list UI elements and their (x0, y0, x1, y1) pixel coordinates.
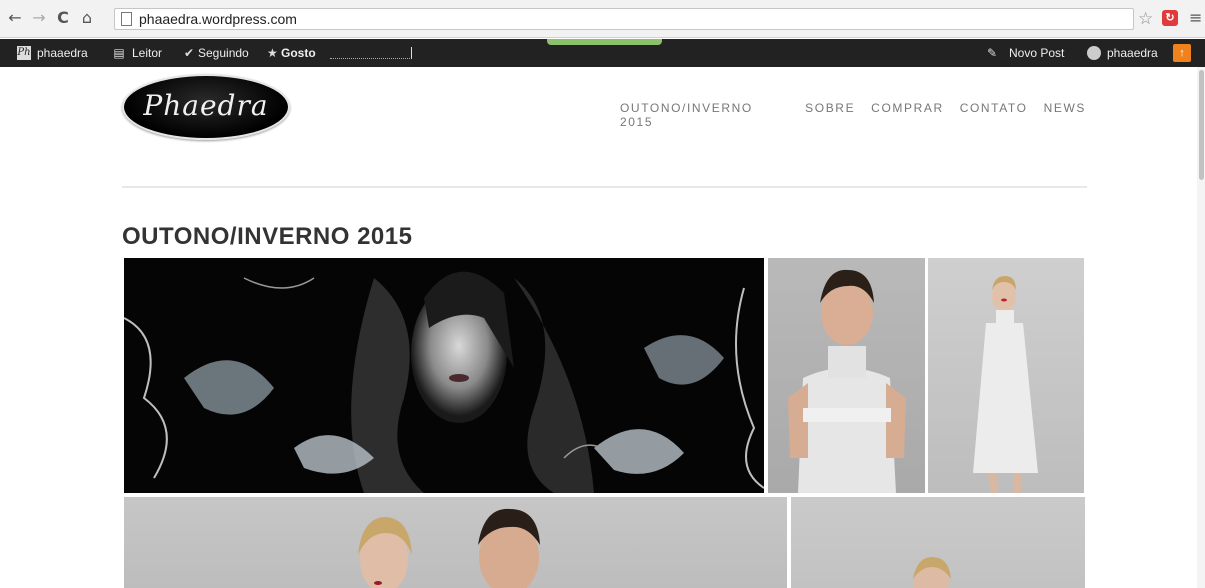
admin-bar-likes-label: Gosto (281, 46, 316, 60)
admin-bar-new-post-label: Novo Post (1009, 46, 1065, 60)
admin-bar-user-label: phaaedra (1107, 46, 1158, 60)
gallery-photo-hero[interactable] (124, 258, 764, 493)
gallery-photo-man[interactable] (768, 258, 925, 493)
admin-bar-site-label: phaaedra (37, 46, 88, 60)
nav-item-collection[interactable]: OUTONO/INVERNO 2015 (620, 101, 789, 129)
page-title: OUTONO/INVERNO 2015 (122, 223, 413, 250)
bookmark-star-icon[interactable]: ☆ (1138, 9, 1153, 29)
admin-bar-reader-label: Leitor (132, 46, 163, 60)
browser-menu-icon[interactable]: ≡ (1189, 8, 1202, 27)
back-icon[interactable]: ← (6, 9, 24, 27)
address-bar[interactable]: phaaedra.wordpress.com (114, 8, 1134, 30)
admin-bar-search-input[interactable] (330, 47, 412, 59)
new-post-pen-icon: ✎ (986, 46, 998, 60)
check-icon: ✔ (184, 46, 195, 60)
admin-bar-site[interactable]: Ph phaaedra (17, 46, 88, 60)
extension-icon[interactable]: ↻ (1162, 10, 1178, 26)
home-icon[interactable]: ⌂ (78, 9, 96, 27)
reload-icon[interactable]: C (54, 9, 72, 27)
avatar (1087, 46, 1101, 60)
admin-bar-following[interactable]: ✔ Seguindo (184, 46, 249, 60)
admin-bar-indicator (547, 39, 662, 45)
admin-bar-user[interactable]: phaaedra (1087, 46, 1158, 60)
notifications-icon[interactable]: ↑ (1173, 44, 1191, 62)
nav-item-news[interactable]: NEWS (1044, 101, 1086, 129)
admin-bar-reader[interactable]: ▤ Leitor (112, 46, 162, 60)
admin-bar-new-post[interactable]: ✎ Novo Post (985, 46, 1064, 60)
gallery-photo-model[interactable] (791, 497, 1085, 588)
reader-icon: ▤ (113, 46, 125, 60)
site-logo-text: Phaedra (143, 89, 269, 122)
scrollbar-thumb[interactable] (1199, 70, 1204, 180)
gallery-photo-couple[interactable] (124, 497, 787, 588)
wp-admin-bar: Ph phaaedra ▤ Leitor ✔ Seguindo ★ Gosto … (0, 39, 1205, 67)
nav-item-shop[interactable]: COMPRAR (871, 101, 944, 129)
header-divider (122, 186, 1087, 188)
gallery-photo-woman[interactable] (928, 258, 1084, 493)
star-icon: ★ (267, 46, 278, 60)
page-icon (121, 12, 132, 26)
url-text: phaaedra.wordpress.com (139, 11, 297, 27)
main-navigation: OUTONO/INVERNO 2015 SOBRE COMPRAR CONTAT… (620, 101, 1086, 129)
admin-bar-following-label: Seguindo (198, 46, 249, 60)
admin-bar-likes[interactable]: ★ Gosto (267, 46, 316, 60)
site-logo[interactable]: Phaedra (122, 74, 290, 140)
browser-toolbar: ← → C ⌂ phaaedra.wordpress.com ☆ ↻ ≡ (0, 0, 1205, 38)
nav-item-about[interactable]: SOBRE (805, 101, 855, 129)
forward-icon[interactable]: → (30, 9, 48, 27)
site-logo-icon: Ph (17, 46, 31, 60)
nav-item-contact[interactable]: CONTATO (960, 101, 1028, 129)
